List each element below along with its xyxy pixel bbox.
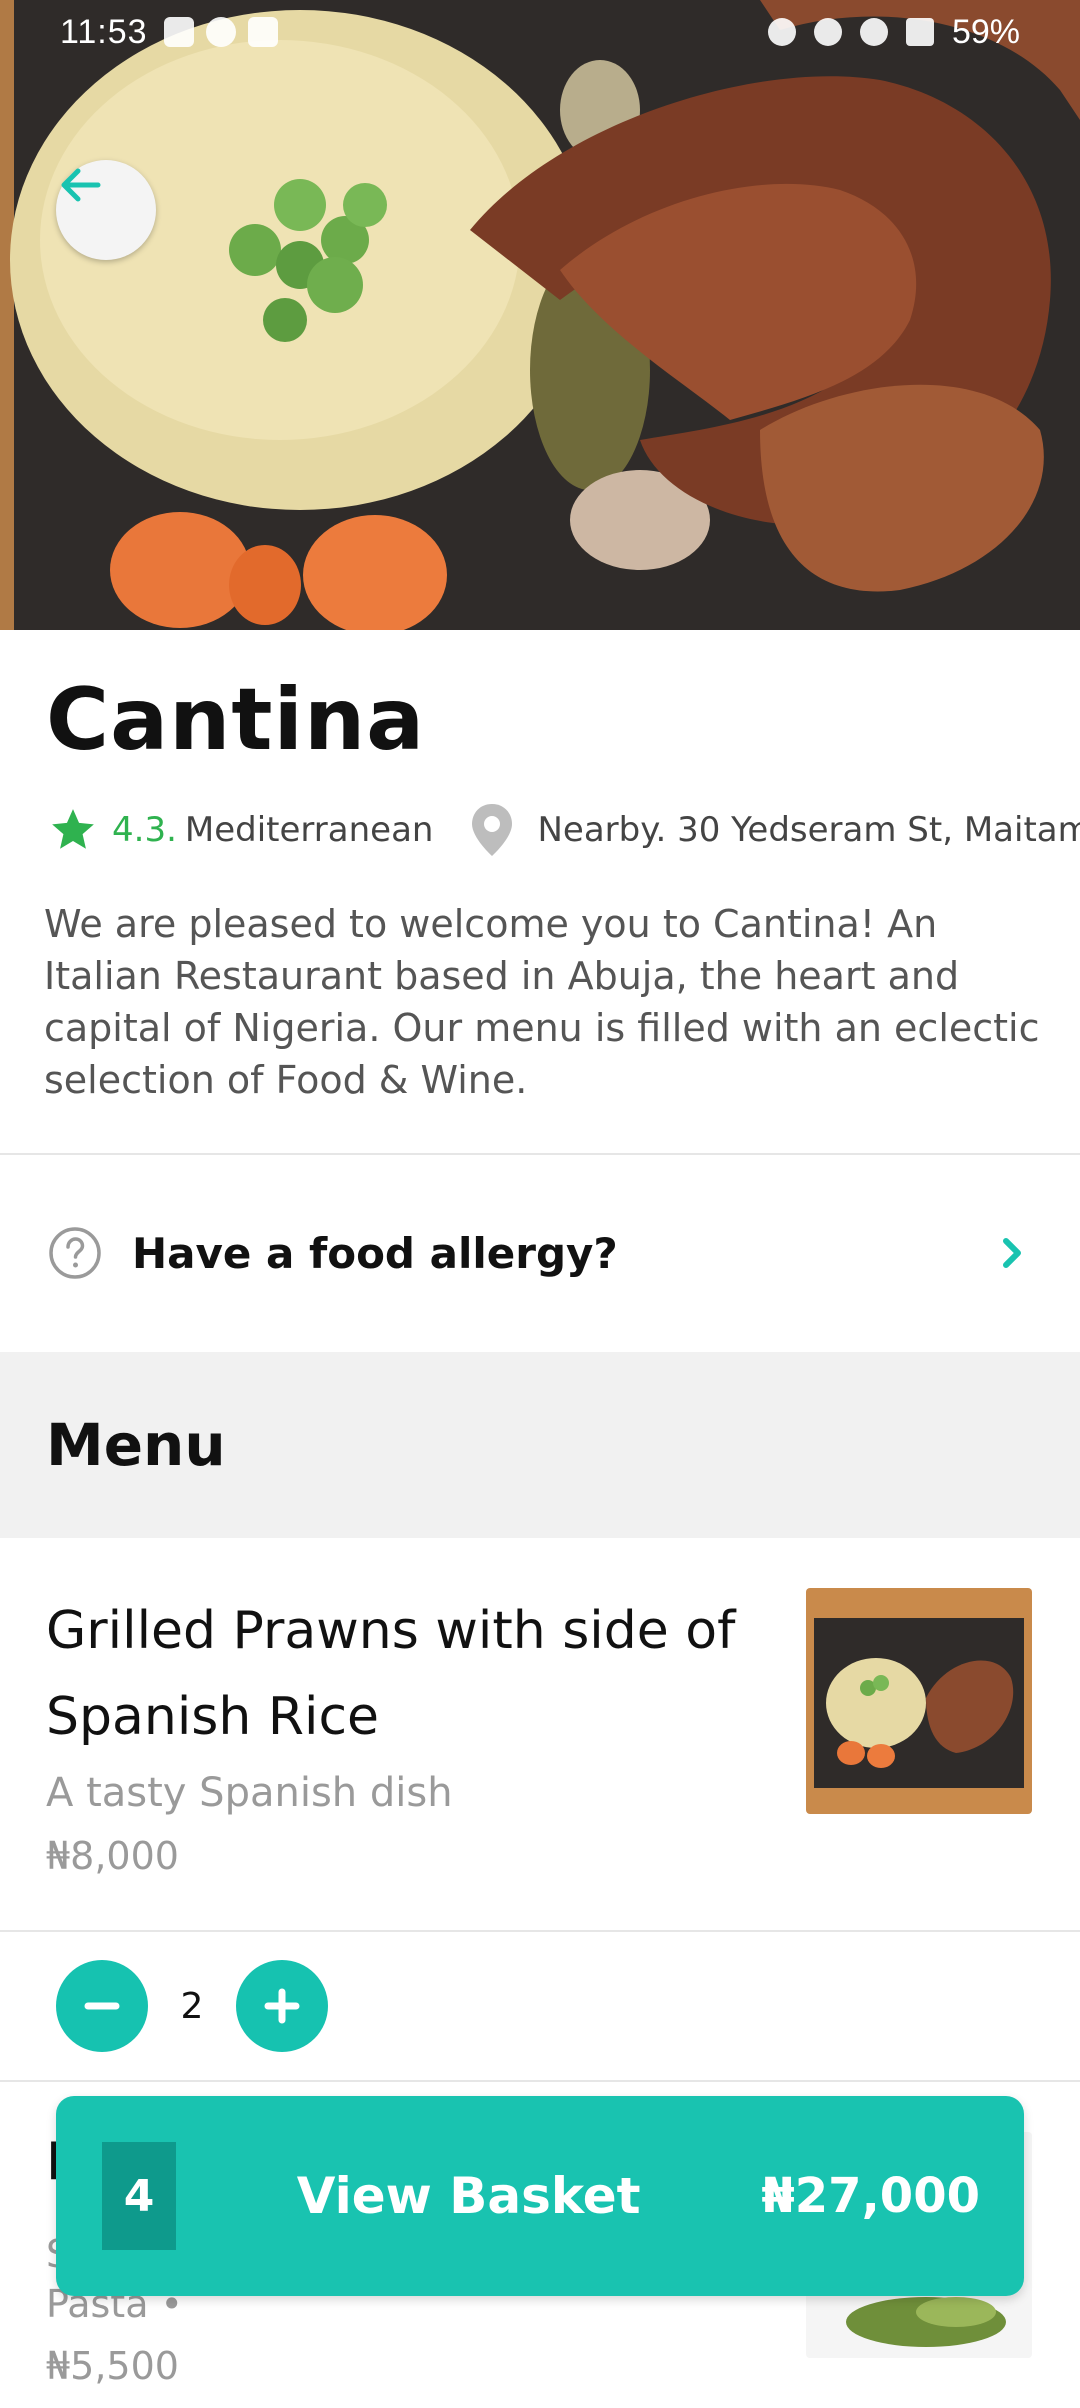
menu-section-header: Menu bbox=[0, 1352, 1080, 1538]
back-button[interactable] bbox=[56, 160, 156, 260]
rating-value: 4.3. bbox=[112, 810, 177, 850]
food-allergy-row[interactable]: Have a food allergy? bbox=[0, 1156, 1080, 1350]
back-arrow-icon bbox=[61, 168, 101, 202]
minus-icon bbox=[84, 2002, 120, 2010]
basket-item-count: 4 bbox=[102, 2142, 176, 2250]
mute-icon bbox=[813, 18, 842, 46]
menu-heading: Menu bbox=[46, 1411, 226, 1479]
quantity-stepper: 2 bbox=[0, 1932, 1080, 2080]
question-icon bbox=[49, 1227, 101, 1279]
view-basket-button[interactable]: 4 View Basket ₦27,000 bbox=[56, 2096, 1024, 2296]
status-bar: 11:53 59% bbox=[0, 0, 1080, 64]
restaurant-description: We are pleased to welcome you to Cantina… bbox=[44, 902, 1040, 1102]
alarm-icon bbox=[767, 18, 796, 46]
status-indicators: 59% bbox=[767, 12, 1020, 52]
menu-item-thumbnail-image bbox=[806, 1588, 1032, 1814]
decrease-quantity-button[interactable] bbox=[56, 1960, 148, 2052]
view-basket-label: View Basket bbox=[296, 2167, 641, 2225]
location-pin-icon bbox=[472, 804, 513, 856]
location-label: Nearby. 30 Yedseram St, Maitama. bbox=[537, 810, 1080, 850]
quantity-value: 2 bbox=[180, 1985, 204, 2027]
increase-quantity-button[interactable] bbox=[236, 1960, 328, 2052]
menu-item-name: Grilled Prawns with side of Spanish Rice bbox=[46, 1601, 736, 1747]
food-allergy-label: Have a food allergy? bbox=[132, 1228, 618, 1278]
restaurant-name: Cantina bbox=[46, 670, 426, 770]
hero-food-image: 11:53 59% bbox=[0, 0, 1080, 630]
image-notification-icon bbox=[163, 17, 194, 47]
menu-item-description: A tasty Spanish dish bbox=[46, 1770, 453, 1816]
menu-item[interactable]: Grilled Prawns with side of Spanish Rice… bbox=[0, 1538, 1080, 1930]
divider bbox=[0, 1153, 1080, 1155]
video-notification-icon bbox=[247, 17, 278, 47]
battery-level: 59% bbox=[951, 12, 1020, 51]
basket-total: ₦27,000 bbox=[761, 2168, 980, 2224]
hero-illustration bbox=[0, 0, 1080, 630]
hotspot-icon bbox=[859, 18, 888, 46]
chevron-right-icon bbox=[1003, 1238, 1021, 1268]
restaurant-meta: 4.3. Mediterranean Nearby. 30 Yedseram S… bbox=[48, 800, 1080, 860]
cuisine-label: Mediterranean bbox=[184, 810, 434, 850]
plus-icon bbox=[264, 1988, 300, 2024]
app-notification-icon bbox=[205, 17, 236, 47]
status-time: 11:53 bbox=[60, 12, 148, 51]
menu-item-price: ₦8,000 bbox=[46, 1834, 179, 1878]
notification-icons bbox=[163, 17, 278, 47]
star-icon bbox=[52, 809, 94, 849]
menu-item-price: ₦5,500 bbox=[46, 2344, 179, 2388]
menu-item-thumbnail bbox=[806, 1588, 1032, 1814]
signal-icon bbox=[905, 18, 934, 46]
